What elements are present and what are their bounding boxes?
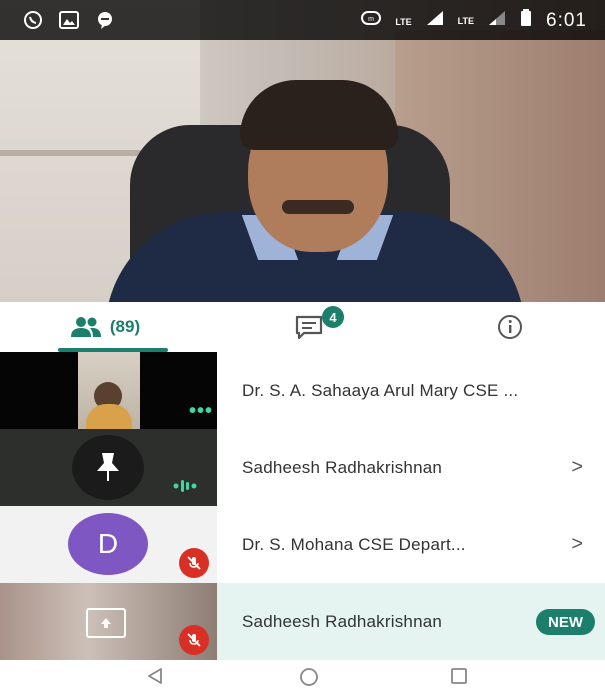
avatar: D: [68, 513, 148, 575]
status-bar-notifications: [22, 9, 116, 31]
recents-icon[interactable]: [449, 666, 469, 691]
mic-off-icon: [179, 548, 209, 578]
volte-call-icon: LTE: [395, 12, 411, 30]
chevron-right-icon[interactable]: >: [571, 506, 583, 583]
participant-row[interactable]: Sadheesh Radhakrishnan >: [0, 429, 605, 506]
tab-people[interactable]: (89): [40, 302, 170, 352]
participant-screen-share-thumbnail: [0, 583, 217, 660]
participant-video-thumbnail: •••: [0, 352, 217, 429]
network-type-label: LTE: [457, 15, 475, 26]
info-icon: [497, 314, 523, 340]
whatsapp-icon: [22, 9, 44, 31]
speaking-icon: [173, 479, 197, 498]
main-video[interactable]: [0, 0, 605, 302]
pinned-avatar: [72, 435, 144, 500]
home-icon[interactable]: [298, 666, 320, 693]
chat-unread-badge: 4: [322, 306, 344, 328]
participant-shirt: [86, 404, 132, 429]
participant-thumbnail: D: [0, 506, 217, 583]
chat-icon: [295, 314, 325, 340]
participant-row[interactable]: ••• Dr. S. A. Sahaaya Arul Mary CSE ...: [0, 352, 605, 429]
status-bar: m LTE LTE 6:01: [0, 0, 605, 40]
mic-off-icon: [179, 625, 209, 655]
pin-icon: [97, 453, 119, 481]
participant-row[interactable]: D Dr. S. Mohana CSE Depart... >: [0, 506, 605, 583]
participant-thumbnail: [0, 429, 217, 506]
participant-row[interactable]: Sadheesh Radhakrishnan NEW: [0, 583, 605, 660]
tab-info[interactable]: [470, 302, 550, 352]
signal-weak-icon: [488, 10, 506, 31]
participant-camera-feed: [78, 352, 140, 429]
gallery-icon: [58, 9, 80, 31]
participant-name: Sadheesh Radhakrishnan: [242, 457, 443, 477]
video-person-hair: [240, 80, 398, 150]
screen-share-icon: [86, 608, 126, 638]
signal-icon: [426, 10, 444, 31]
participant-name: Dr. S. A. Sahaaya Arul Mary CSE ...: [242, 380, 519, 400]
chat-bubble-icon: [94, 9, 116, 31]
status-bar-system: m LTE LTE 6:01: [361, 9, 587, 32]
more-dots-icon: •••: [188, 400, 213, 422]
svg-text:m: m: [368, 16, 374, 23]
participant-name: Dr. S. Mohana CSE Depart...: [242, 534, 466, 554]
new-badge: NEW: [536, 609, 595, 635]
nfc-icon: m: [361, 10, 382, 31]
back-icon[interactable]: [145, 666, 165, 691]
battery-icon: [520, 9, 532, 32]
meeting-tabs: (89): [0, 302, 605, 352]
video-person-mustache: [282, 200, 354, 214]
clock: 6:01: [546, 9, 587, 31]
people-icon: [70, 316, 102, 338]
navigation-bar: [0, 660, 605, 692]
volte-label: LTE: [395, 16, 412, 27]
chevron-right-icon[interactable]: >: [571, 429, 583, 506]
participant-name: Sadheesh Radhakrishnan: [242, 611, 443, 631]
people-count: (89): [109, 317, 141, 336]
